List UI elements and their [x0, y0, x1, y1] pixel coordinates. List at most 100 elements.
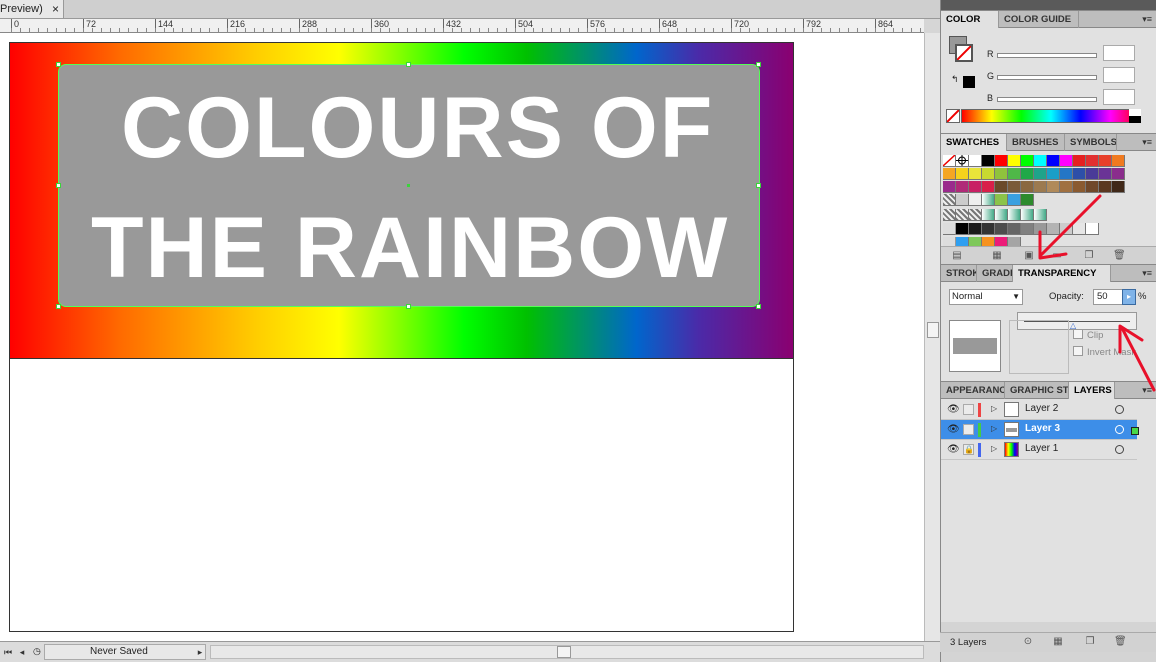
b-value-input[interactable] [1103, 89, 1135, 105]
white-swatch[interactable] [1129, 109, 1141, 116]
color-swatch[interactable] [1099, 168, 1112, 180]
color-swatch[interactable] [969, 223, 982, 235]
eye-icon[interactable]: 👁 [947, 404, 960, 415]
previous-artboard-icon[interactable]: ◂ [16, 645, 28, 659]
color-swatch[interactable] [995, 181, 1008, 193]
horizontal-scrollbar[interactable] [210, 645, 924, 659]
clip-checkbox[interactable] [1073, 329, 1083, 339]
tab-graphic-styles[interactable]: GRAPHIC ST [1005, 382, 1069, 399]
color-swatch[interactable] [1021, 155, 1034, 167]
expand-triangle-icon[interactable]: ▷ [991, 424, 997, 433]
eye-icon[interactable]: 👁 [947, 424, 960, 435]
eye-icon[interactable]: 👁 [947, 444, 960, 455]
color-swatch[interactable] [1073, 168, 1086, 180]
color-swatch[interactable] [1047, 181, 1060, 193]
locate-object-icon[interactable]: ⊙ [1022, 636, 1034, 647]
color-swatch[interactable] [1086, 223, 1099, 235]
tab-swatches[interactable]: SWATCHES [941, 134, 1007, 151]
stroke-swatch[interactable] [955, 44, 973, 62]
color-swatch[interactable] [1008, 155, 1021, 167]
color-swatch[interactable] [995, 194, 1008, 206]
selection-handle[interactable] [756, 183, 761, 188]
selection-handle[interactable] [56, 62, 61, 67]
color-swatch[interactable] [1086, 168, 1099, 180]
color-swatch[interactable] [1047, 168, 1060, 180]
color-swatch[interactable] [942, 154, 956, 167]
color-swatch[interactable] [982, 209, 995, 221]
color-swatch[interactable] [1021, 168, 1034, 180]
color-swatch[interactable] [982, 181, 995, 193]
color-spectrum-bar[interactable] [961, 109, 1141, 123]
color-swatch[interactable] [1008, 194, 1021, 206]
dock-header[interactable] [941, 0, 1156, 10]
color-swatch[interactable] [1112, 168, 1125, 180]
color-swatch[interactable] [956, 223, 969, 235]
color-swatch[interactable] [943, 194, 956, 206]
first-artboard-icon[interactable]: ⏮ [2, 645, 14, 659]
color-swatch[interactable] [995, 209, 1008, 221]
selection-handle[interactable] [406, 304, 411, 309]
tab-color-guide[interactable]: COLOR GUIDE [999, 11, 1079, 28]
swatch-libraries-icon[interactable]: ▤ [951, 250, 963, 261]
default-colors-swatch[interactable] [963, 76, 975, 88]
color-swatch[interactable] [1073, 155, 1086, 167]
color-swatch[interactable] [956, 209, 969, 221]
panel-menu-icon[interactable]: ▾≡ [1142, 268, 1152, 279]
tab-color[interactable]: COLOR [941, 11, 999, 28]
layer-name[interactable]: Layer 1 [1025, 443, 1058, 454]
color-swatch[interactable] [1112, 181, 1125, 193]
tab-layers[interactable]: LAYERS [1069, 382, 1115, 399]
color-swatch[interactable] [969, 209, 982, 221]
color-swatch[interactable] [1112, 155, 1125, 167]
new-swatch-icon[interactable]: ❐ [1083, 250, 1095, 261]
slider-g-track[interactable] [997, 75, 1097, 80]
selection-indicator[interactable] [1131, 427, 1139, 435]
color-swatch[interactable] [969, 194, 982, 206]
delete-swatch-icon[interactable]: 🗑 [1113, 250, 1126, 261]
new-color-group-icon[interactable]: ▭ [1051, 250, 1063, 261]
color-swatch[interactable] [1099, 155, 1112, 167]
mask-thumbnail-area[interactable] [1009, 320, 1069, 374]
color-swatch[interactable] [1008, 181, 1021, 193]
color-swatch[interactable] [956, 181, 969, 193]
color-swatch[interactable] [969, 155, 982, 167]
show-kinds-icon[interactable]: ▦ [991, 250, 1003, 261]
expand-triangle-icon[interactable]: ▷ [991, 404, 997, 413]
color-swatch[interactable] [1060, 155, 1073, 167]
tab-brushes[interactable]: BRUSHES [1007, 134, 1065, 151]
blend-mode-select[interactable]: Normal ▼ [949, 289, 1023, 305]
color-swatch[interactable] [1047, 155, 1060, 167]
color-swatch[interactable] [956, 168, 969, 180]
tab-appearance[interactable]: APPEARANC [941, 382, 1005, 399]
target-circle-icon[interactable] [1115, 425, 1124, 434]
panel-menu-icon[interactable]: ▾≡ [1142, 137, 1152, 148]
slider-b-track[interactable] [997, 97, 1097, 102]
target-circle-icon[interactable] [1115, 445, 1124, 454]
none-swatch[interactable] [946, 109, 960, 123]
new-layer-icon[interactable]: ❐ [1084, 636, 1096, 647]
panel-menu-icon[interactable]: ▾≡ [1142, 14, 1152, 25]
close-icon[interactable]: × [52, 0, 59, 18]
invert-mask-option[interactable]: Invert Mask [1073, 346, 1136, 358]
selection-handle[interactable] [756, 62, 761, 67]
color-swatch[interactable] [969, 181, 982, 193]
color-swatch[interactable] [1021, 209, 1034, 221]
r-value-input[interactable] [1103, 45, 1135, 61]
opacity-input[interactable]: 50 [1093, 289, 1123, 305]
status-menu-arrow-icon[interactable]: ▸ [194, 645, 206, 659]
lock-toggle[interactable] [963, 404, 974, 415]
color-swatch[interactable] [1021, 181, 1034, 193]
layer-row-layer-3[interactable]: 👁 ▷ Layer 3 [941, 420, 1139, 440]
vertical-scrollbar[interactable] [924, 33, 940, 641]
canvas-area[interactable]: COLOURS OF THE RAINBOW [0, 33, 924, 641]
target-circle-icon[interactable] [1115, 405, 1124, 414]
color-swatch[interactable] [1073, 181, 1086, 193]
layer-row-layer-1[interactable]: 👁 🔒 ▷ Layer 1 [941, 440, 1137, 460]
color-swatch[interactable] [943, 209, 956, 221]
color-swatch[interactable] [995, 155, 1008, 167]
tab-symbols[interactable]: SYMBOLS [1065, 134, 1117, 151]
selection-handle[interactable] [756, 304, 761, 309]
color-swatch[interactable] [1034, 168, 1047, 180]
color-swatch[interactable] [995, 223, 1008, 235]
lock-toggle[interactable] [963, 424, 974, 435]
